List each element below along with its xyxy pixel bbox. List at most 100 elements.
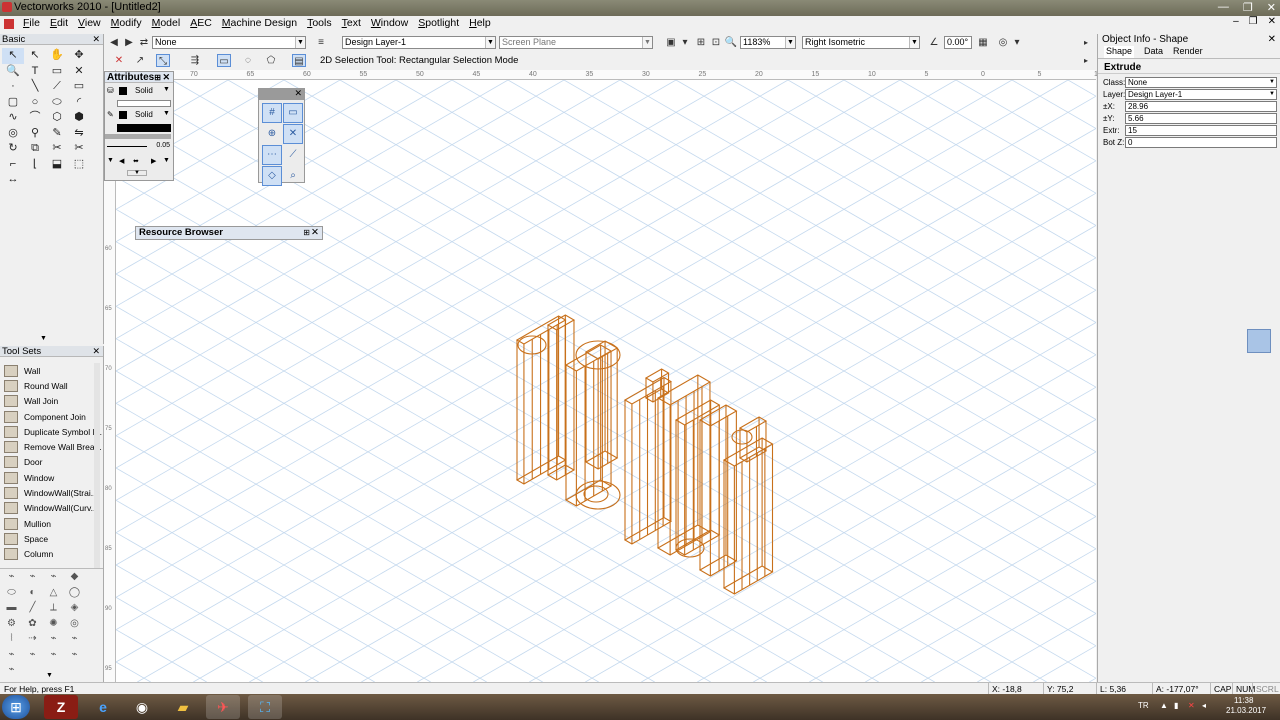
pen-dropdown-icon[interactable]: ▼ — [163, 110, 170, 117]
document-icon[interactable] — [4, 18, 14, 29]
ie-icon[interactable]: e — [86, 695, 120, 719]
fill-color-swatch[interactable] — [119, 87, 127, 95]
set-machine-icon[interactable]: ⟂ — [43, 602, 64, 618]
set-dims-icon[interactable]: ⌁ — [1, 571, 22, 587]
explorer-icon[interactable]: ▰ — [166, 695, 200, 719]
locus-tool-icon[interactable]: · — [2, 79, 24, 95]
set-furniture-icon[interactable]: ▬ — [1, 602, 22, 618]
marker-row[interactable]: ▼ ◀ ⬌ ▶ ▼ — [105, 156, 173, 169]
zoom-tool-icon[interactable]: 🔍 — [2, 64, 24, 80]
tool-round-wall[interactable]: Round Wall — [0, 378, 103, 393]
basic-scroll-icon[interactable]: ▼ — [40, 335, 47, 342]
set-mech-icon[interactable]: ◈ — [64, 602, 85, 618]
render-dropdown-icon[interactable]: ▾ — [678, 36, 692, 49]
snap-object-icon[interactable]: ▭ — [283, 103, 303, 123]
double-line-tool-icon[interactable]: ⟋ — [46, 79, 68, 95]
set-arrows-icon[interactable]: ⇢ — [22, 633, 43, 649]
snap-surface-icon[interactable]: ◇ — [262, 166, 282, 186]
attributes-close-icon[interactable]: ✕ — [162, 72, 170, 83]
menu-text[interactable]: Text — [337, 16, 366, 31]
menu-spotlight[interactable]: Spotlight — [413, 16, 464, 31]
selection-tool-icon[interactable]: ↖ — [2, 48, 24, 64]
tray-arrow-icon[interactable]: ▲ — [1160, 701, 1168, 710]
layer-field[interactable]: Design Layer-1 ▼ — [1125, 89, 1277, 100]
set-misc7-icon[interactable]: ⌁ — [1, 664, 22, 680]
x-field[interactable]: 28.96 — [1125, 101, 1277, 112]
snap-intersection-icon[interactable]: ✕ — [283, 124, 303, 144]
resource-browser[interactable]: Resource Browser ⊞ ✕ — [135, 226, 323, 240]
set-fasteners-icon[interactable]: ⌁ — [22, 571, 43, 587]
set-springs-icon[interactable]: ⦚ — [1, 633, 22, 649]
rotate-tool-icon[interactable]: ↻ — [2, 141, 24, 157]
angle-field[interactable]: 0.00° — [944, 36, 972, 49]
set-plants-icon[interactable]: ✿ — [22, 618, 43, 634]
lighting-icon[interactable]: ◎ — [996, 36, 1010, 49]
set-misc6-icon[interactable]: ⌁ — [64, 649, 85, 665]
tool-window[interactable]: Window — [0, 470, 103, 485]
snap-grid-icon[interactable]: # — [262, 103, 282, 123]
line-weight-row[interactable]: 0.05 — [105, 141, 173, 154]
fill-row[interactable]: ⛁ Solid ▼ — [105, 85, 173, 98]
tray-network-icon[interactable]: ▮ — [1174, 701, 1178, 710]
marker-end-icon[interactable]: ▶ — [151, 157, 156, 165]
snap-tangent-icon[interactable]: ⟋ — [283, 145, 303, 165]
set-3d-icon[interactable]: ◆ — [64, 571, 85, 587]
layer-icon[interactable]: ≡ — [314, 36, 328, 49]
tool-wall-join[interactable]: Wall Join — [0, 394, 103, 409]
projection-icon[interactable]: ▦ — [976, 36, 990, 49]
language-indicator[interactable]: TR — [1138, 701, 1149, 710]
regular-polygon-tool-icon[interactable]: ⬢ — [68, 110, 90, 126]
resource-close-icon[interactable]: ✕ — [311, 227, 319, 239]
snap-distance-icon[interactable]: ⋯ — [262, 145, 282, 165]
menu-help[interactable]: Help — [464, 16, 496, 31]
arc-tool-icon[interactable]: ◜ — [68, 95, 90, 111]
single-object-icon[interactable]: ⤡ — [156, 54, 170, 67]
set-site-icon[interactable]: ◐ — [22, 587, 43, 603]
freehand-tool-icon[interactable]: ∿ — [2, 110, 24, 126]
spiral-tool-icon[interactable]: ◎ — [2, 126, 24, 142]
tool-space[interactable]: Space — [0, 531, 103, 546]
tool-door[interactable]: Door — [0, 455, 103, 470]
set-misc4-icon[interactable]: ⌁ — [22, 649, 43, 665]
extrusion-field[interactable]: 15 — [1125, 125, 1277, 136]
hand-tool-icon[interactable]: ✋ — [46, 48, 68, 64]
toolsets-scrollbar[interactable] — [94, 363, 100, 568]
pan-select-icon[interactable]: ↖ — [24, 48, 46, 64]
tool-duplicate-symbol[interactable]: Duplicate Symbol I... — [0, 424, 103, 439]
angle-icon[interactable]: ∠ — [927, 36, 941, 49]
tray-flag-icon[interactable]: ✕ — [1188, 701, 1195, 710]
tab-data[interactable]: Data — [1144, 46, 1163, 58]
teamviewer-icon[interactable]: ⛶ — [248, 695, 282, 719]
menu-model[interactable]: Model — [147, 16, 186, 31]
set-misc2-icon[interactable]: ⌁ — [64, 633, 85, 649]
lighting-dropdown-icon[interactable]: ▾ — [1010, 36, 1024, 49]
clock-time[interactable]: 11:38 — [1234, 696, 1253, 705]
clock-date[interactable]: 21.03.2017 — [1226, 706, 1266, 715]
marker-style-icon[interactable]: ⬌ — [133, 157, 139, 165]
menu-modify[interactable]: Modify — [106, 16, 147, 31]
basic-close-icon[interactable]: ✕ — [92, 34, 100, 45]
reshape-tool-icon[interactable]: ⬚ — [68, 157, 90, 173]
polygon-tool-icon[interactable]: ⬡ — [46, 110, 68, 126]
vectorworks-taskbar-icon[interactable]: ✈ — [206, 695, 240, 719]
snap-angle-icon[interactable]: ⊕ — [262, 124, 282, 144]
rectangle-tool-icon[interactable]: ▭ — [68, 79, 90, 95]
callout-tool-icon[interactable]: ▭ — [46, 64, 68, 80]
set-building-icon[interactable]: ⬭ — [1, 587, 22, 603]
split-tool-icon[interactable]: ✂ — [68, 141, 90, 157]
class-icon[interactable]: ⇄ — [137, 36, 151, 49]
menu-machine-design[interactable]: Machine Design — [217, 16, 302, 31]
set-misc5-icon[interactable]: ⌁ — [43, 649, 64, 665]
pen-row[interactable]: ✎ Solid ▼ — [105, 109, 173, 122]
expand-icon[interactable]: ▸ — [1079, 36, 1093, 49]
dimension-tool-icon[interactable]: ↔ — [2, 172, 24, 188]
class-select[interactable]: None ▼ — [152, 36, 306, 49]
view-select[interactable]: Right Isometric ▼ — [802, 36, 920, 49]
toolsets-close-icon[interactable]: ✕ — [92, 346, 100, 357]
chrome-icon[interactable]: ◉ — [125, 695, 159, 719]
tray-volume-icon[interactable]: ◂ — [1202, 701, 1206, 710]
tool-column[interactable]: Column — [0, 547, 103, 562]
clip-tool-icon[interactable]: ⬓ — [46, 157, 68, 173]
plane-select[interactable]: Screen Plane ▼ — [499, 36, 653, 49]
layer-select[interactable]: Design Layer-1 ▼ — [342, 36, 496, 49]
